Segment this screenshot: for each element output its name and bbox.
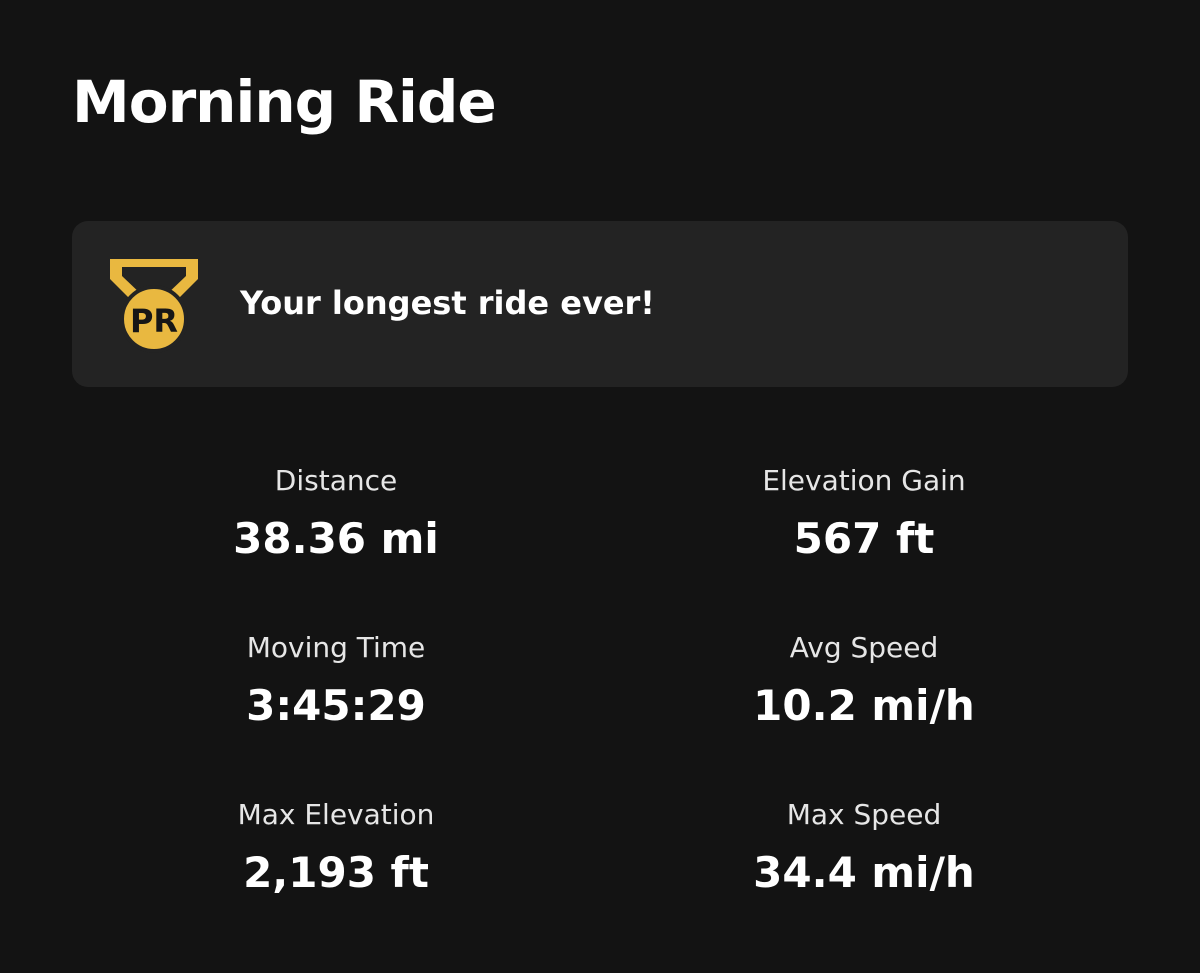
stat-distance: Distance 38.36 mi (72, 460, 600, 627)
page-title: Morning Ride (72, 68, 497, 136)
stat-label: Max Elevation (237, 798, 435, 831)
stat-label: Max Speed (786, 798, 942, 831)
stat-elevation-gain: Elevation Gain 567 ft (600, 460, 1128, 627)
stat-label: Elevation Gain (762, 464, 966, 497)
activity-screen: Morning Ride PR Your longest ride ever! … (0, 0, 1200, 973)
stat-max-speed: Max Speed 34.4 mi/h (600, 794, 1128, 961)
stat-max-elevation: Max Elevation 2,193 ft (72, 794, 600, 961)
pr-badge-text: PR (130, 302, 178, 340)
stat-value: 10.2 mi/h (753, 681, 975, 730)
stat-value: 3:45:29 (246, 681, 426, 730)
stat-label: Avg Speed (789, 631, 939, 664)
stats-grid: Distance 38.36 mi Elevation Gain 567 ft … (72, 460, 1128, 961)
stat-value: 38.36 mi (233, 514, 439, 563)
stat-label: Moving Time (246, 631, 426, 664)
stat-value: 34.4 mi/h (753, 848, 975, 897)
stat-label: Distance (274, 464, 398, 497)
stat-value: 2,193 ft (243, 848, 429, 897)
achievement-banner[interactable]: PR Your longest ride ever! (72, 221, 1128, 387)
stat-moving-time: Moving Time 3:45:29 (72, 627, 600, 794)
achievement-message: Your longest ride ever! (240, 284, 655, 322)
stat-avg-speed: Avg Speed 10.2 mi/h (600, 627, 1128, 794)
pr-medal-icon: PR (110, 259, 198, 353)
stat-value: 567 ft (793, 514, 935, 563)
